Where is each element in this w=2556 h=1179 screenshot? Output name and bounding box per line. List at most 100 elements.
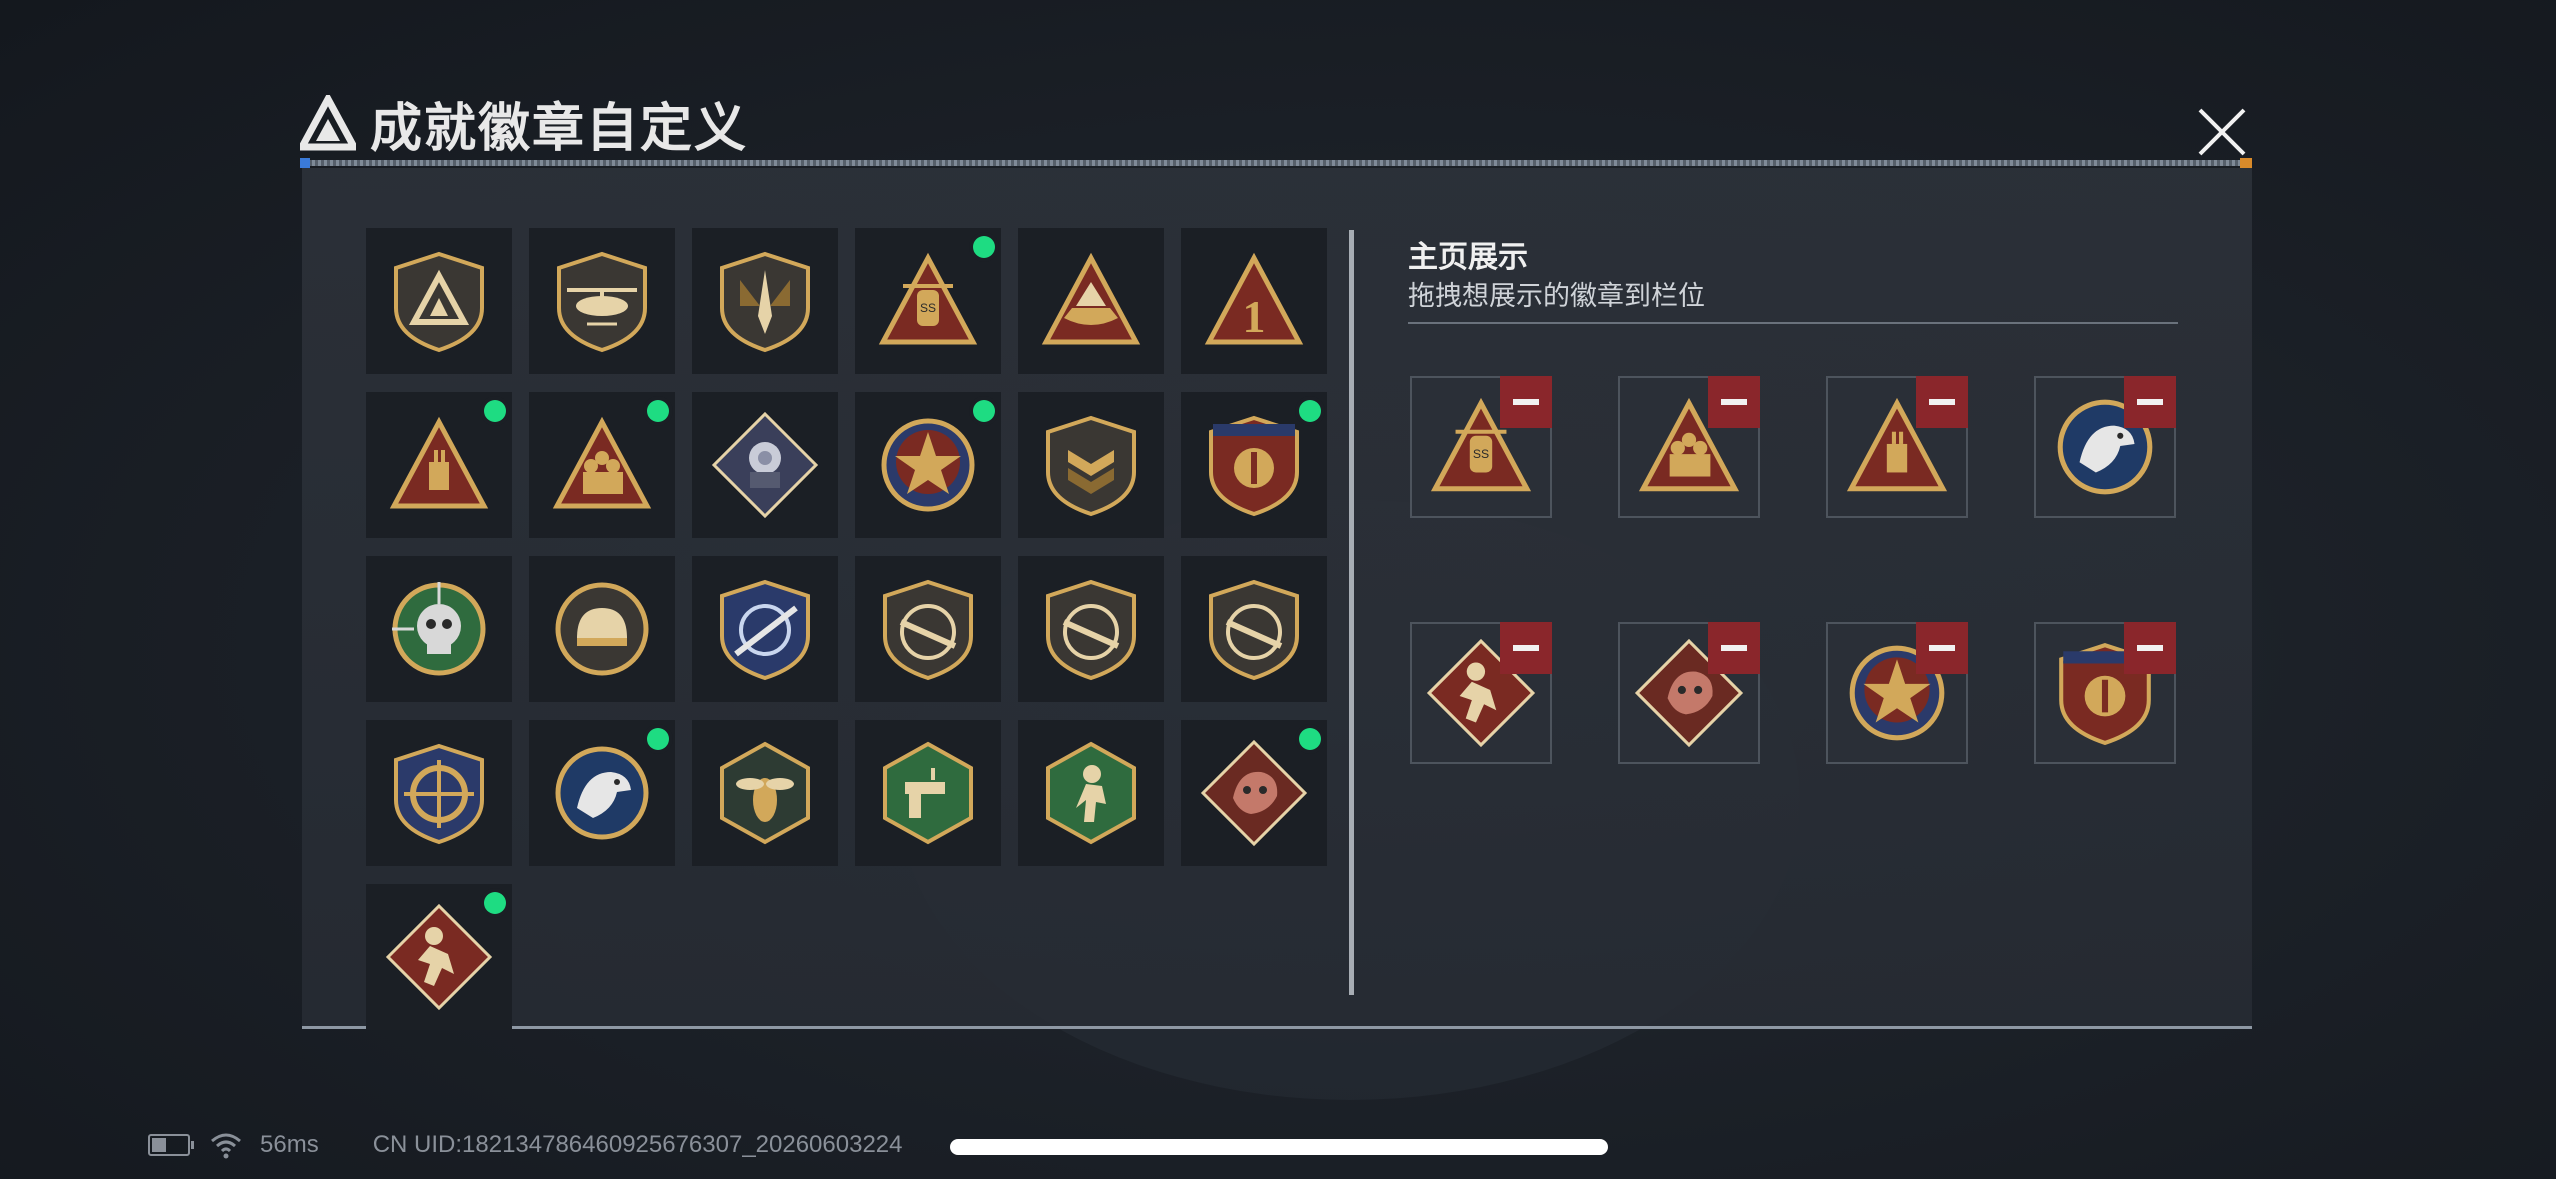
showcase-slot[interactable]: [1410, 622, 1552, 764]
badge-cell[interactable]: [366, 720, 512, 866]
badge-cell[interactable]: [366, 228, 512, 374]
ss-triangle-badge-icon: SS: [878, 252, 978, 345]
svg-text:SS: SS: [1473, 447, 1489, 461]
helmet-round-badge-icon: [555, 582, 649, 676]
badge-cell[interactable]: [529, 228, 675, 374]
flower-diamond-badge-icon: [711, 411, 819, 519]
remove-badge-button[interactable]: [1708, 622, 1760, 674]
showcase-slot[interactable]: [2034, 376, 2176, 518]
showcase-heading: 主页展示: [1408, 241, 1528, 274]
new-indicator-dot: [484, 892, 506, 914]
minus-icon: [1929, 399, 1955, 405]
ping-value: 56ms: [260, 1131, 319, 1158]
minus-icon: [1513, 399, 1539, 405]
svg-text:1: 1: [1243, 291, 1266, 342]
remove-badge-button[interactable]: [2124, 622, 2176, 674]
badge-cell[interactable]: [692, 392, 838, 538]
star-wreath-badge-icon: [881, 418, 975, 512]
rifle-shield-badge-icon: [1046, 579, 1136, 681]
new-indicator-dot: [973, 236, 995, 258]
crosshair-gold-badge-icon: [394, 743, 484, 845]
badge-cell[interactable]: [366, 556, 512, 702]
close-icon[interactable]: [2190, 100, 2254, 164]
title-divider: [300, 160, 2252, 166]
badge-cell[interactable]: [1018, 556, 1164, 702]
badge-cell[interactable]: [692, 556, 838, 702]
showcase-slot[interactable]: [1826, 376, 1968, 518]
badge-cell[interactable]: [855, 720, 1001, 866]
scrollbar[interactable]: [1349, 230, 1354, 995]
title-divider-accent: [300, 158, 310, 168]
showcase-slot[interactable]: [1618, 622, 1760, 764]
minus-icon: [1929, 645, 1955, 651]
chevron-shield-badge-icon: [1046, 415, 1136, 517]
showcase-slot[interactable]: [1618, 376, 1760, 518]
showcase-slots: SS: [1410, 376, 2176, 764]
badge-cell[interactable]: [855, 392, 1001, 538]
badge-cell[interactable]: 1: [1181, 228, 1327, 374]
page-title: 成就徽章自定义: [370, 99, 749, 158]
new-indicator-dot: [484, 400, 506, 422]
eagle-round-badge-icon: [555, 746, 649, 840]
minus-icon: [2137, 645, 2163, 651]
wasp-hexagon-badge-icon: [720, 741, 810, 845]
helicopter-shield-badge-icon: [557, 251, 647, 353]
crest-banner-badge-icon: [1209, 415, 1299, 517]
new-indicator-dot: [973, 400, 995, 422]
remove-badge-button[interactable]: [1916, 622, 1968, 674]
badge-cell[interactable]: [1018, 392, 1164, 538]
logo-icon: [300, 95, 356, 151]
badge-cell[interactable]: SS: [855, 228, 1001, 374]
showcase-divider: [1408, 322, 2178, 324]
badge-cell[interactable]: [1181, 392, 1327, 538]
badge-grid: SS 1: [366, 228, 1327, 1030]
remove-badge-button[interactable]: [2124, 376, 2176, 428]
badge-cell[interactable]: [366, 884, 512, 1030]
uid-text: CN UID:18213478646092567630​7_2026060322…: [372, 1131, 903, 1158]
minus-icon: [2137, 399, 2163, 405]
badge-cell[interactable]: [1181, 720, 1327, 866]
badge-cell[interactable]: [529, 556, 675, 702]
sniper-blue-shield-badge-icon: [720, 579, 810, 681]
status-bar: 56ms CN UID:18213478646092567630​7_20260…: [148, 1130, 903, 1160]
triangle-shield-badge-icon: [394, 251, 484, 353]
showcase-slot[interactable]: [1826, 622, 1968, 764]
badge-cell[interactable]: [1181, 556, 1327, 702]
minus-icon: [1513, 645, 1539, 651]
new-indicator-dot: [1299, 400, 1321, 422]
new-indicator-dot: [1299, 728, 1321, 750]
badge-cell[interactable]: [529, 392, 675, 538]
runner-diamond-badge-icon: [385, 903, 493, 1011]
showcase-slot[interactable]: SS: [1410, 376, 1552, 518]
title-bar: 成就徽章自定义: [300, 88, 748, 158]
home-indicator[interactable]: [950, 1139, 1608, 1155]
remove-badge-button[interactable]: [1708, 376, 1760, 428]
badge-cell[interactable]: [1018, 228, 1164, 374]
badge-cell[interactable]: [1018, 720, 1164, 866]
new-indicator-dot: [647, 400, 669, 422]
new-indicator-dot: [647, 728, 669, 750]
wifi-icon: [211, 1133, 241, 1159]
minus-icon: [1721, 645, 1747, 651]
number-one-triangle-badge-icon: 1: [1204, 252, 1304, 345]
plug-triangle-badge-icon: [389, 416, 489, 509]
minus-icon: [1721, 399, 1747, 405]
svg-text:SS: SS: [920, 301, 936, 315]
badge-cell[interactable]: [366, 392, 512, 538]
rifle-shield-badge-icon: [1209, 579, 1299, 681]
soldiers-triangle-badge-icon: [552, 416, 652, 509]
badge-cell[interactable]: [692, 228, 838, 374]
showcase-description: 拖拽想展示的徽章到栏位: [1408, 281, 1705, 311]
remove-badge-button[interactable]: [1916, 376, 1968, 428]
rifle-shield-badge-icon: [883, 579, 973, 681]
badge-cell[interactable]: [692, 720, 838, 866]
badge-cell[interactable]: [855, 556, 1001, 702]
dragon-diamond-badge-icon: [1200, 739, 1308, 847]
battery-icon: [148, 1134, 194, 1156]
dagger-shield-badge-icon: [720, 251, 810, 353]
showcase-slot[interactable]: [2034, 622, 2176, 764]
pistol-hexagon-badge-icon: [883, 741, 973, 845]
remove-badge-button[interactable]: [1500, 376, 1552, 428]
remove-badge-button[interactable]: [1500, 622, 1552, 674]
badge-cell[interactable]: [529, 720, 675, 866]
